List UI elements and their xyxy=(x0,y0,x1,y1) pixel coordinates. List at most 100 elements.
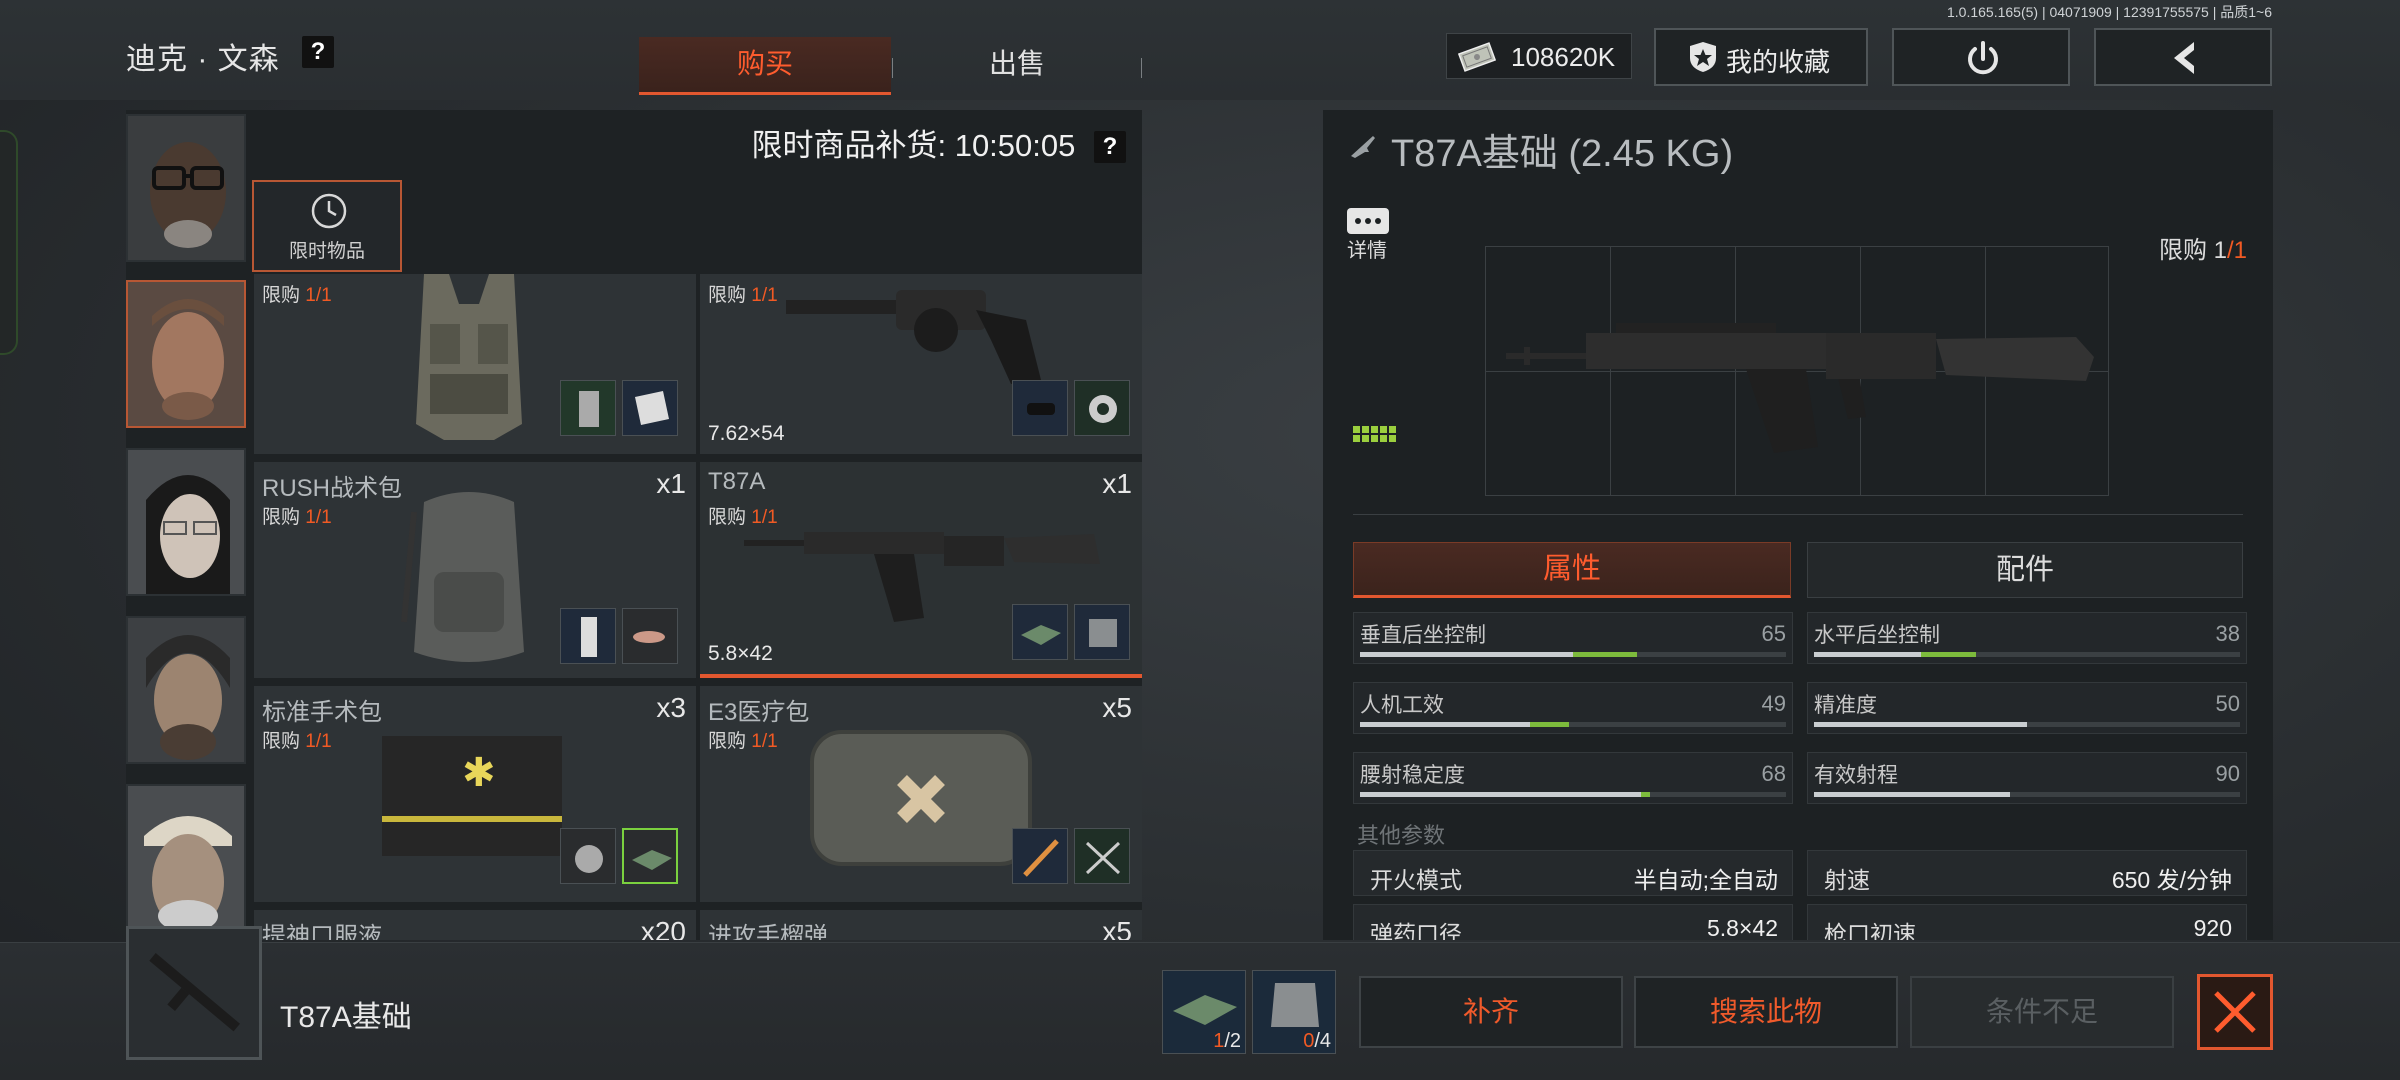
trader-face-icon xyxy=(128,450,244,594)
required-item-slot[interactable] xyxy=(1074,604,1130,660)
param-fire-rate: 射速 650 发/分钟 xyxy=(1807,850,2247,896)
stat-value: 38 xyxy=(2215,621,2240,646)
required-item-slot-fulfilled[interactable] xyxy=(622,828,678,884)
selected-item-thumbnail[interactable] xyxy=(126,926,262,1060)
stat-bar xyxy=(1360,722,1786,727)
stat-bar xyxy=(1814,792,2240,797)
stat-label: 水平后坐控制 xyxy=(1814,624,1940,647)
required-item-slot[interactable] xyxy=(622,380,678,436)
power-button[interactable] xyxy=(1892,28,2070,86)
param-label: 射速 xyxy=(1824,867,1870,893)
required-item-slot[interactable] xyxy=(1012,380,1068,436)
stat-label: 垂直后坐控制 xyxy=(1360,624,1486,647)
trader-portrait[interactable] xyxy=(126,784,246,932)
limited-items-label: 限时物品 xyxy=(288,241,365,262)
restock-help-button[interactable]: ? xyxy=(1094,131,1126,163)
required-item-slot[interactable] xyxy=(1012,604,1068,660)
required-item-slot[interactable] xyxy=(560,608,616,664)
item-title: T87A基础 (2.45 KG) xyxy=(1391,133,1734,175)
stat-effective-range: 有效射程 90 xyxy=(1807,752,2247,804)
purchase-unavailable-button[interactable]: 条件不足 xyxy=(1910,976,2174,1048)
rifle-icon xyxy=(149,953,240,1032)
trader-name: 迪克 · 文森 xyxy=(126,43,280,76)
shop-item-card[interactable]: 标准手术包 限购 1/1 x3 ✱ xyxy=(254,686,696,902)
favorites-button[interactable]: 我的收藏 xyxy=(1654,28,1868,86)
close-button[interactable] xyxy=(2197,974,2273,1050)
required-item-slot[interactable] xyxy=(1074,828,1130,884)
trader-portrait[interactable] xyxy=(126,114,246,262)
required-item-slot[interactable] xyxy=(560,828,616,884)
trader-help-button[interactable]: ? xyxy=(302,36,334,68)
weapon-preview-icon xyxy=(1506,323,2094,453)
spray-icon xyxy=(581,617,597,657)
trader-face-icon xyxy=(128,116,244,260)
stat-bar xyxy=(1360,652,1786,657)
shop-item-card[interactable]: RUSH战术包 限购 1/1 x1 xyxy=(254,462,696,678)
close-icon xyxy=(2214,991,2256,1033)
param-value: 5.8×42 xyxy=(1707,915,1778,940)
trader-portrait-selected[interactable] xyxy=(126,280,246,428)
surgical-kit-icon: ✱ xyxy=(382,736,562,856)
required-item-slot[interactable] xyxy=(560,380,616,436)
medkit-icon xyxy=(810,730,1032,866)
shop-item-card[interactable]: 提神口服液 x20 xyxy=(254,910,696,940)
stat-bar xyxy=(1360,792,1786,797)
stat-label: 腰射稳定度 xyxy=(1360,764,1465,787)
stat-value: 49 xyxy=(1761,691,1786,716)
shop-item-card-selected[interactable]: T87A 限购 1/1 x1 5.8×42 xyxy=(700,462,1142,678)
stat-vertical-recoil: 垂直后坐控制 65 xyxy=(1353,612,1793,664)
rifle-category-icon xyxy=(1351,136,1375,158)
tab-divider xyxy=(1141,58,1142,78)
shop-item-card[interactable]: 限购 1/1 7.62×54 xyxy=(700,274,1142,454)
top-bar: 1.0.165.165(5) | 04071909 | 12391755575 … xyxy=(0,0,2400,100)
item-name: 提神口服液 xyxy=(262,923,382,940)
trader-portrait[interactable] xyxy=(126,616,246,764)
material-count: 1/2 xyxy=(1213,1030,1241,1052)
stat-label: 有效射程 xyxy=(1814,764,1898,787)
stat-bar xyxy=(1814,722,2240,727)
required-item-slot[interactable] xyxy=(1012,828,1068,884)
selected-item-name: T87A基础 xyxy=(280,1001,412,1034)
cloth-icon xyxy=(632,850,672,870)
replenish-button[interactable]: 补齐 xyxy=(1359,976,1623,1048)
item-quantity: x3 xyxy=(656,692,686,723)
fish-icon xyxy=(633,631,665,643)
stat-value: 68 xyxy=(1761,761,1786,786)
limited-items-filter[interactable]: 限时物品 xyxy=(252,180,402,272)
svg-text:✱: ✱ xyxy=(462,751,496,795)
trader-face-icon xyxy=(128,786,244,930)
param-muzzle-velocity: 枪口初速 920 xyxy=(1807,904,2247,940)
backpack-icon xyxy=(401,492,524,662)
item-quantity: x5 xyxy=(1102,916,1132,940)
item-name: RUSH战术包 xyxy=(262,475,403,502)
required-item-slot[interactable] xyxy=(1074,380,1130,436)
material-count: 0/4 xyxy=(1303,1030,1331,1052)
tab-parts[interactable]: 配件 xyxy=(1807,542,2243,598)
trader-face-icon xyxy=(128,282,244,426)
tab-attributes[interactable]: 属性 xyxy=(1353,542,1791,598)
cloth-icon xyxy=(1021,625,1061,645)
required-item-slot[interactable] xyxy=(622,608,678,664)
shop-item-card[interactable]: 限购 1/1 xyxy=(254,274,696,454)
cash-icon xyxy=(1457,42,1497,72)
shop-item-card[interactable]: E3医疗包 限购 1/1 x5 xyxy=(700,686,1142,902)
trader-portrait[interactable] xyxy=(126,448,246,596)
search-item-button[interactable]: 搜索此物 xyxy=(1634,976,1898,1048)
material-slot[interactable]: 1/2 xyxy=(1162,970,1246,1054)
item-quantity: x20 xyxy=(640,916,686,940)
clock-icon xyxy=(311,193,347,229)
details-label[interactable]: 详情 xyxy=(1347,234,1387,263)
ammo-caliber: 7.62×54 xyxy=(708,422,785,445)
material-slot[interactable]: 0/4 xyxy=(1252,970,1336,1054)
limit-label: 限购 1/1 xyxy=(262,507,332,528)
note-icon xyxy=(635,391,669,425)
tab-sell[interactable]: 出售 xyxy=(893,37,1141,95)
back-button[interactable] xyxy=(2094,28,2272,86)
syringe-icon xyxy=(1023,839,1059,877)
shop-item-card[interactable]: 进攻手榴弹 x5 xyxy=(700,910,1142,940)
item-quantity: x1 xyxy=(1102,468,1132,499)
param-label: 枪口初速 xyxy=(1824,921,1916,940)
stat-ergonomics: 人机工效 49 xyxy=(1353,682,1793,734)
tab-buy[interactable]: 购买 xyxy=(639,37,891,95)
side-drawer-handle[interactable] xyxy=(0,130,18,355)
